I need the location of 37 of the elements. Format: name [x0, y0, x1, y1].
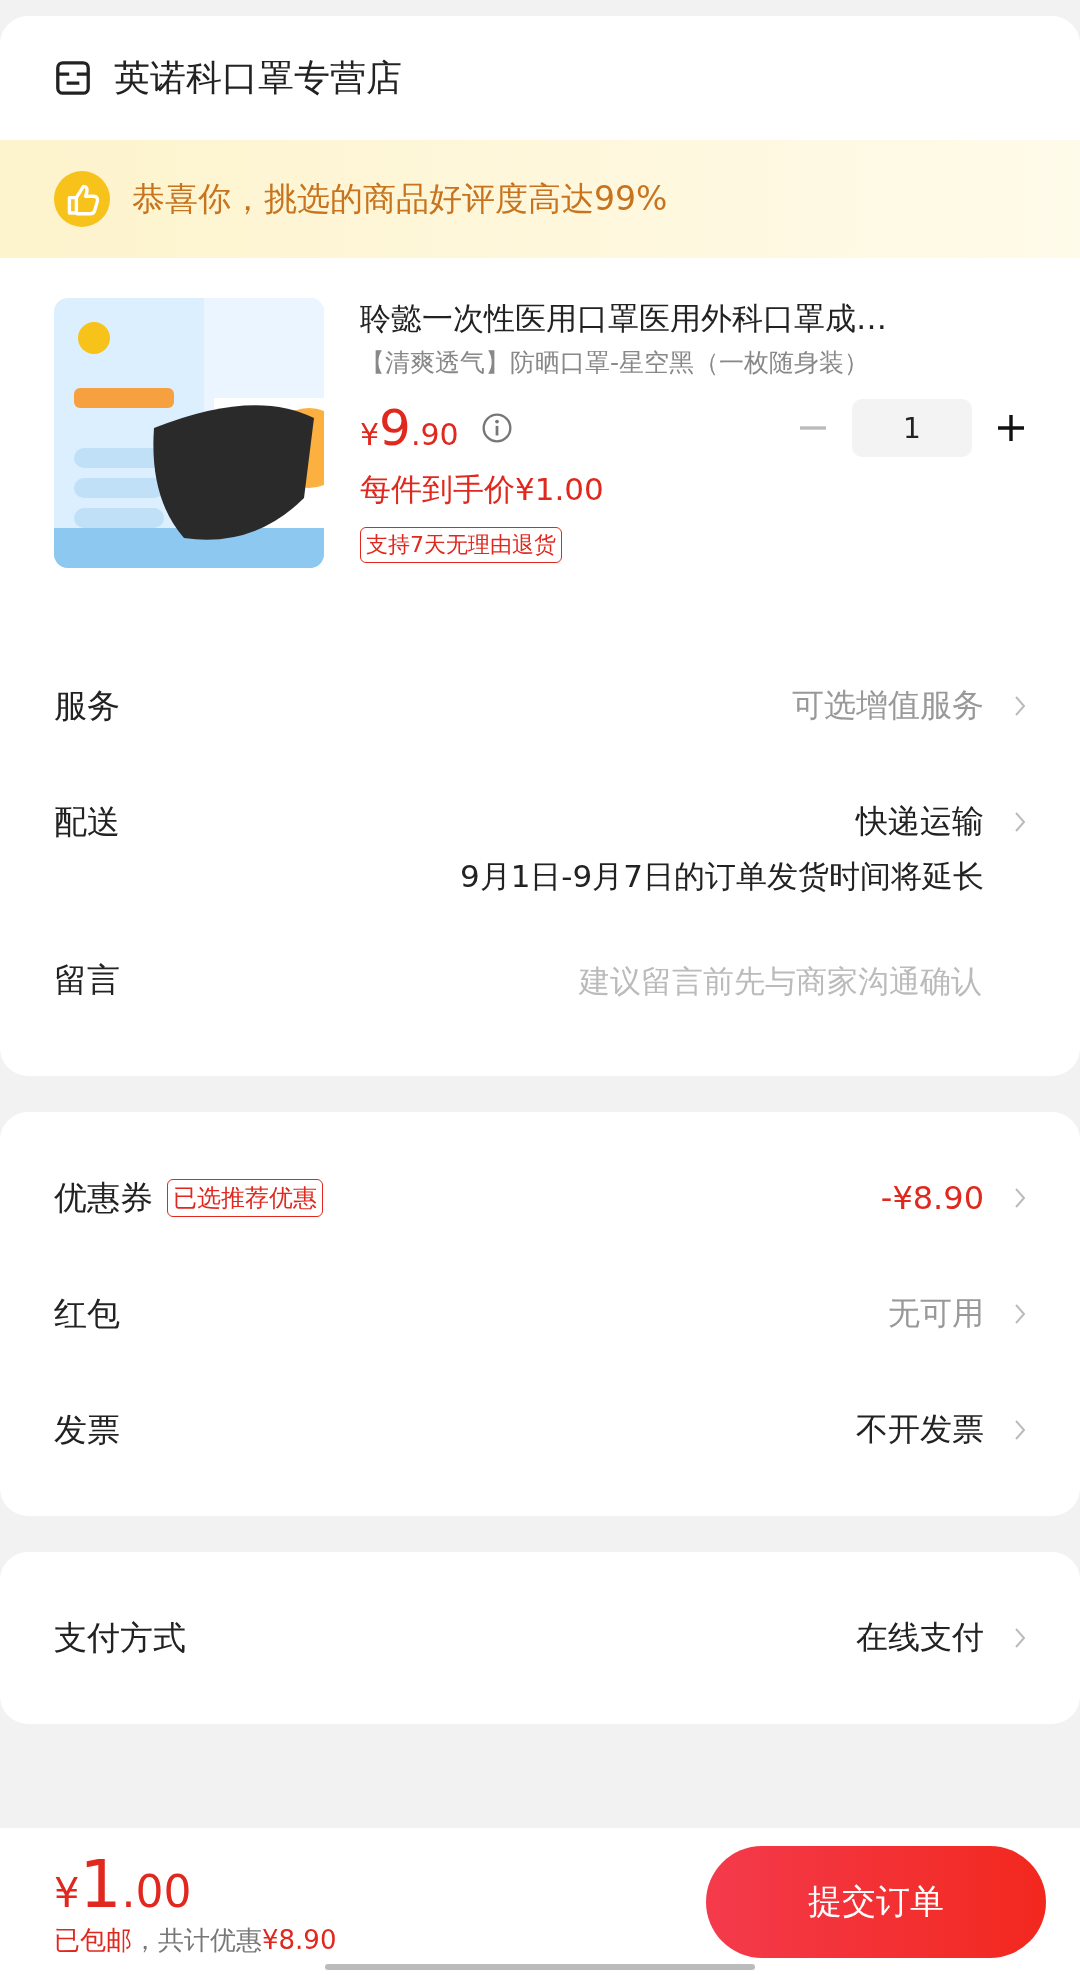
row-label: 支付方式: [54, 1617, 186, 1659]
summary-text: ，共计优惠: [132, 1925, 262, 1955]
store-name[interactable]: 英诺科口罩专营店: [114, 53, 402, 103]
chevron-right-icon: [1014, 695, 1026, 717]
product-title[interactable]: 聆懿一次性医用口罩医用外科口罩成…: [360, 298, 1026, 340]
row-value[interactable]: 不开发票: [856, 1408, 984, 1452]
row-label: 优惠券: [54, 1177, 153, 1219]
chevron-right-icon: [1014, 811, 1026, 833]
chevron-right-icon: [1014, 1303, 1026, 1325]
message-field[interactable]: 建议留言前先与商家沟通确认: [440, 946, 984, 1016]
unit-price: 每件到手价¥1.00: [360, 470, 605, 509]
row-label: 发票: [54, 1409, 120, 1451]
row-value[interactable]: -¥8.90: [880, 1179, 984, 1217]
chevron-right-icon: [1014, 1627, 1026, 1649]
product-price: ¥9.90: [360, 399, 459, 457]
row-value[interactable]: 快递运输: [856, 800, 984, 844]
product-spec: 【清爽透气】防晒口罩-星空黑（一枚随身装）: [360, 347, 871, 379]
info-icon: [480, 412, 513, 444]
total-price: ¥1.00: [54, 1846, 193, 1923]
thumbs-up-icon: [54, 171, 110, 227]
row-label: 红包: [54, 1293, 120, 1335]
delivery-note: 9月1日-9月7日的订单发货时间将延长: [459, 857, 984, 896]
store-icon: [54, 59, 92, 97]
tag: 已选推荐优惠: [167, 1179, 323, 1217]
row-label: 服务: [54, 685, 120, 727]
row-label: 配送: [54, 801, 120, 843]
summary-text: 已包邮: [54, 1925, 132, 1955]
row-value[interactable]: 在线支付: [856, 1616, 984, 1660]
row-label: 留言: [54, 959, 120, 1001]
chevron-right-icon: [1014, 1419, 1026, 1441]
quantity-field[interactable]: 1: [852, 399, 972, 457]
banner-text: 恭喜你，挑选的商品好评度高达99%: [132, 177, 668, 220]
chevron-right-icon: [1014, 1187, 1026, 1209]
plus-icon[interactable]: [996, 413, 1026, 443]
return-tag: 支持7天无理由退货: [360, 527, 562, 563]
submit-order-button[interactable]: 提交订单: [706, 1846, 1046, 1958]
summary-text: ¥8.90: [262, 1925, 337, 1955]
